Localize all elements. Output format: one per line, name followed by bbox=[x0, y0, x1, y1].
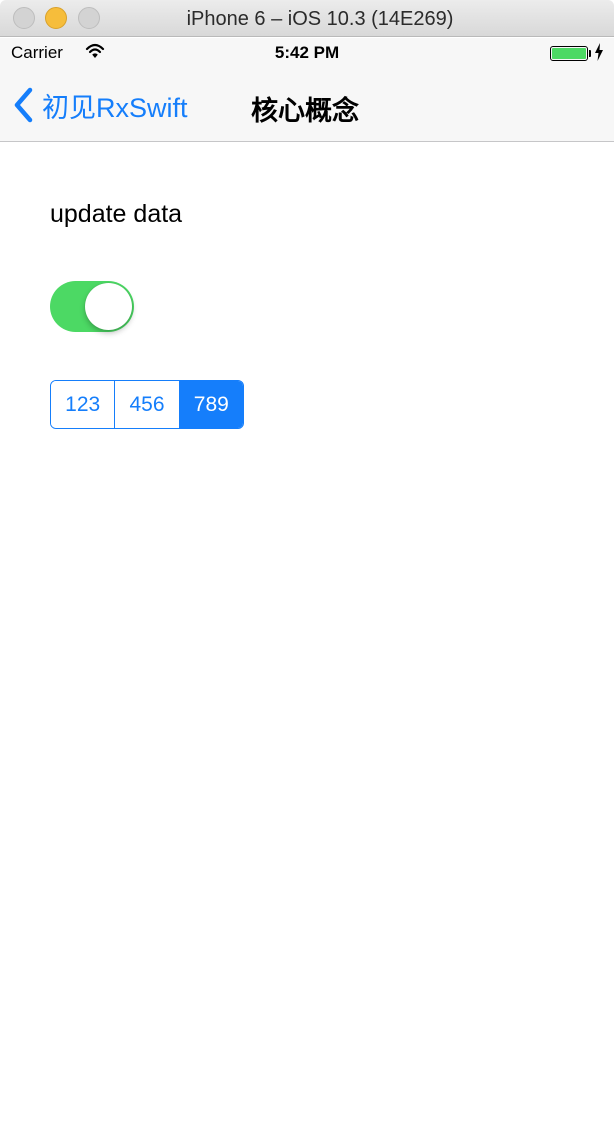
battery-cap bbox=[589, 50, 591, 57]
status-time: 5:42 PM bbox=[274, 43, 340, 62]
window-title: iPhone 6 – iOS 10.3 (14E269) bbox=[186, 8, 454, 30]
title-bar: iPhone 6 – iOS 10.3 (14E269) bbox=[0, 0, 614, 37]
segment-456[interactable]: 456 bbox=[115, 381, 180, 428]
update-data-label: update data bbox=[50, 200, 183, 228]
battery-icon bbox=[550, 46, 588, 61]
back-button-label: 初见RxSwift bbox=[42, 92, 188, 123]
navigation-bar: 初见RxSwift 核心概念 bbox=[0, 68, 614, 142]
segment-123[interactable]: 123 bbox=[51, 381, 116, 428]
switch-knob bbox=[85, 283, 132, 330]
segmented-control: 123 456 789 bbox=[50, 380, 244, 429]
simulator-window: iPhone 6 – iOS 10.3 (14E269) Carrier 5:4… bbox=[0, 0, 614, 1125]
charging-bolt-icon bbox=[595, 43, 603, 65]
chevron-left-icon bbox=[14, 87, 33, 123]
status-bar: Carrier 5:42 PM bbox=[0, 38, 614, 68]
battery-level bbox=[552, 48, 586, 59]
update-switch[interactable] bbox=[50, 281, 134, 332]
back-button[interactable]: 初见RxSwift bbox=[12, 86, 188, 124]
segment-789[interactable]: 789 bbox=[179, 381, 243, 428]
nav-title: 核心概念 bbox=[251, 96, 359, 126]
